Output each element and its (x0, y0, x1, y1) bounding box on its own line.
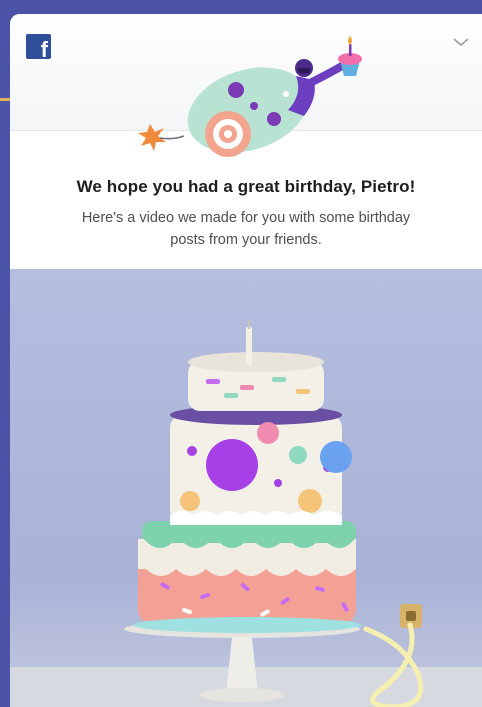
facebook-logo-icon[interactable]: f (26, 34, 51, 62)
birthday-cake-illustration (124, 319, 424, 707)
window-frame (0, 0, 482, 14)
birthday-video[interactable] (10, 269, 482, 707)
notification-title: We hope you had a great birthday, Pietro… (76, 177, 416, 196)
chevron-down-icon[interactable] (452, 36, 470, 48)
birthday-notification-card[interactable]: f We hope you had a great birthday, Piet… (10, 14, 482, 707)
logo-letter: f (40, 37, 48, 62)
notification-body: Here's a video we made for you with some… (81, 210, 411, 248)
card-header: f We hope you had a great birthday, Piet… (10, 14, 482, 269)
background-strip (0, 0, 10, 707)
background-accent (0, 98, 10, 101)
birthday-cannon-illustration (138, 36, 362, 157)
